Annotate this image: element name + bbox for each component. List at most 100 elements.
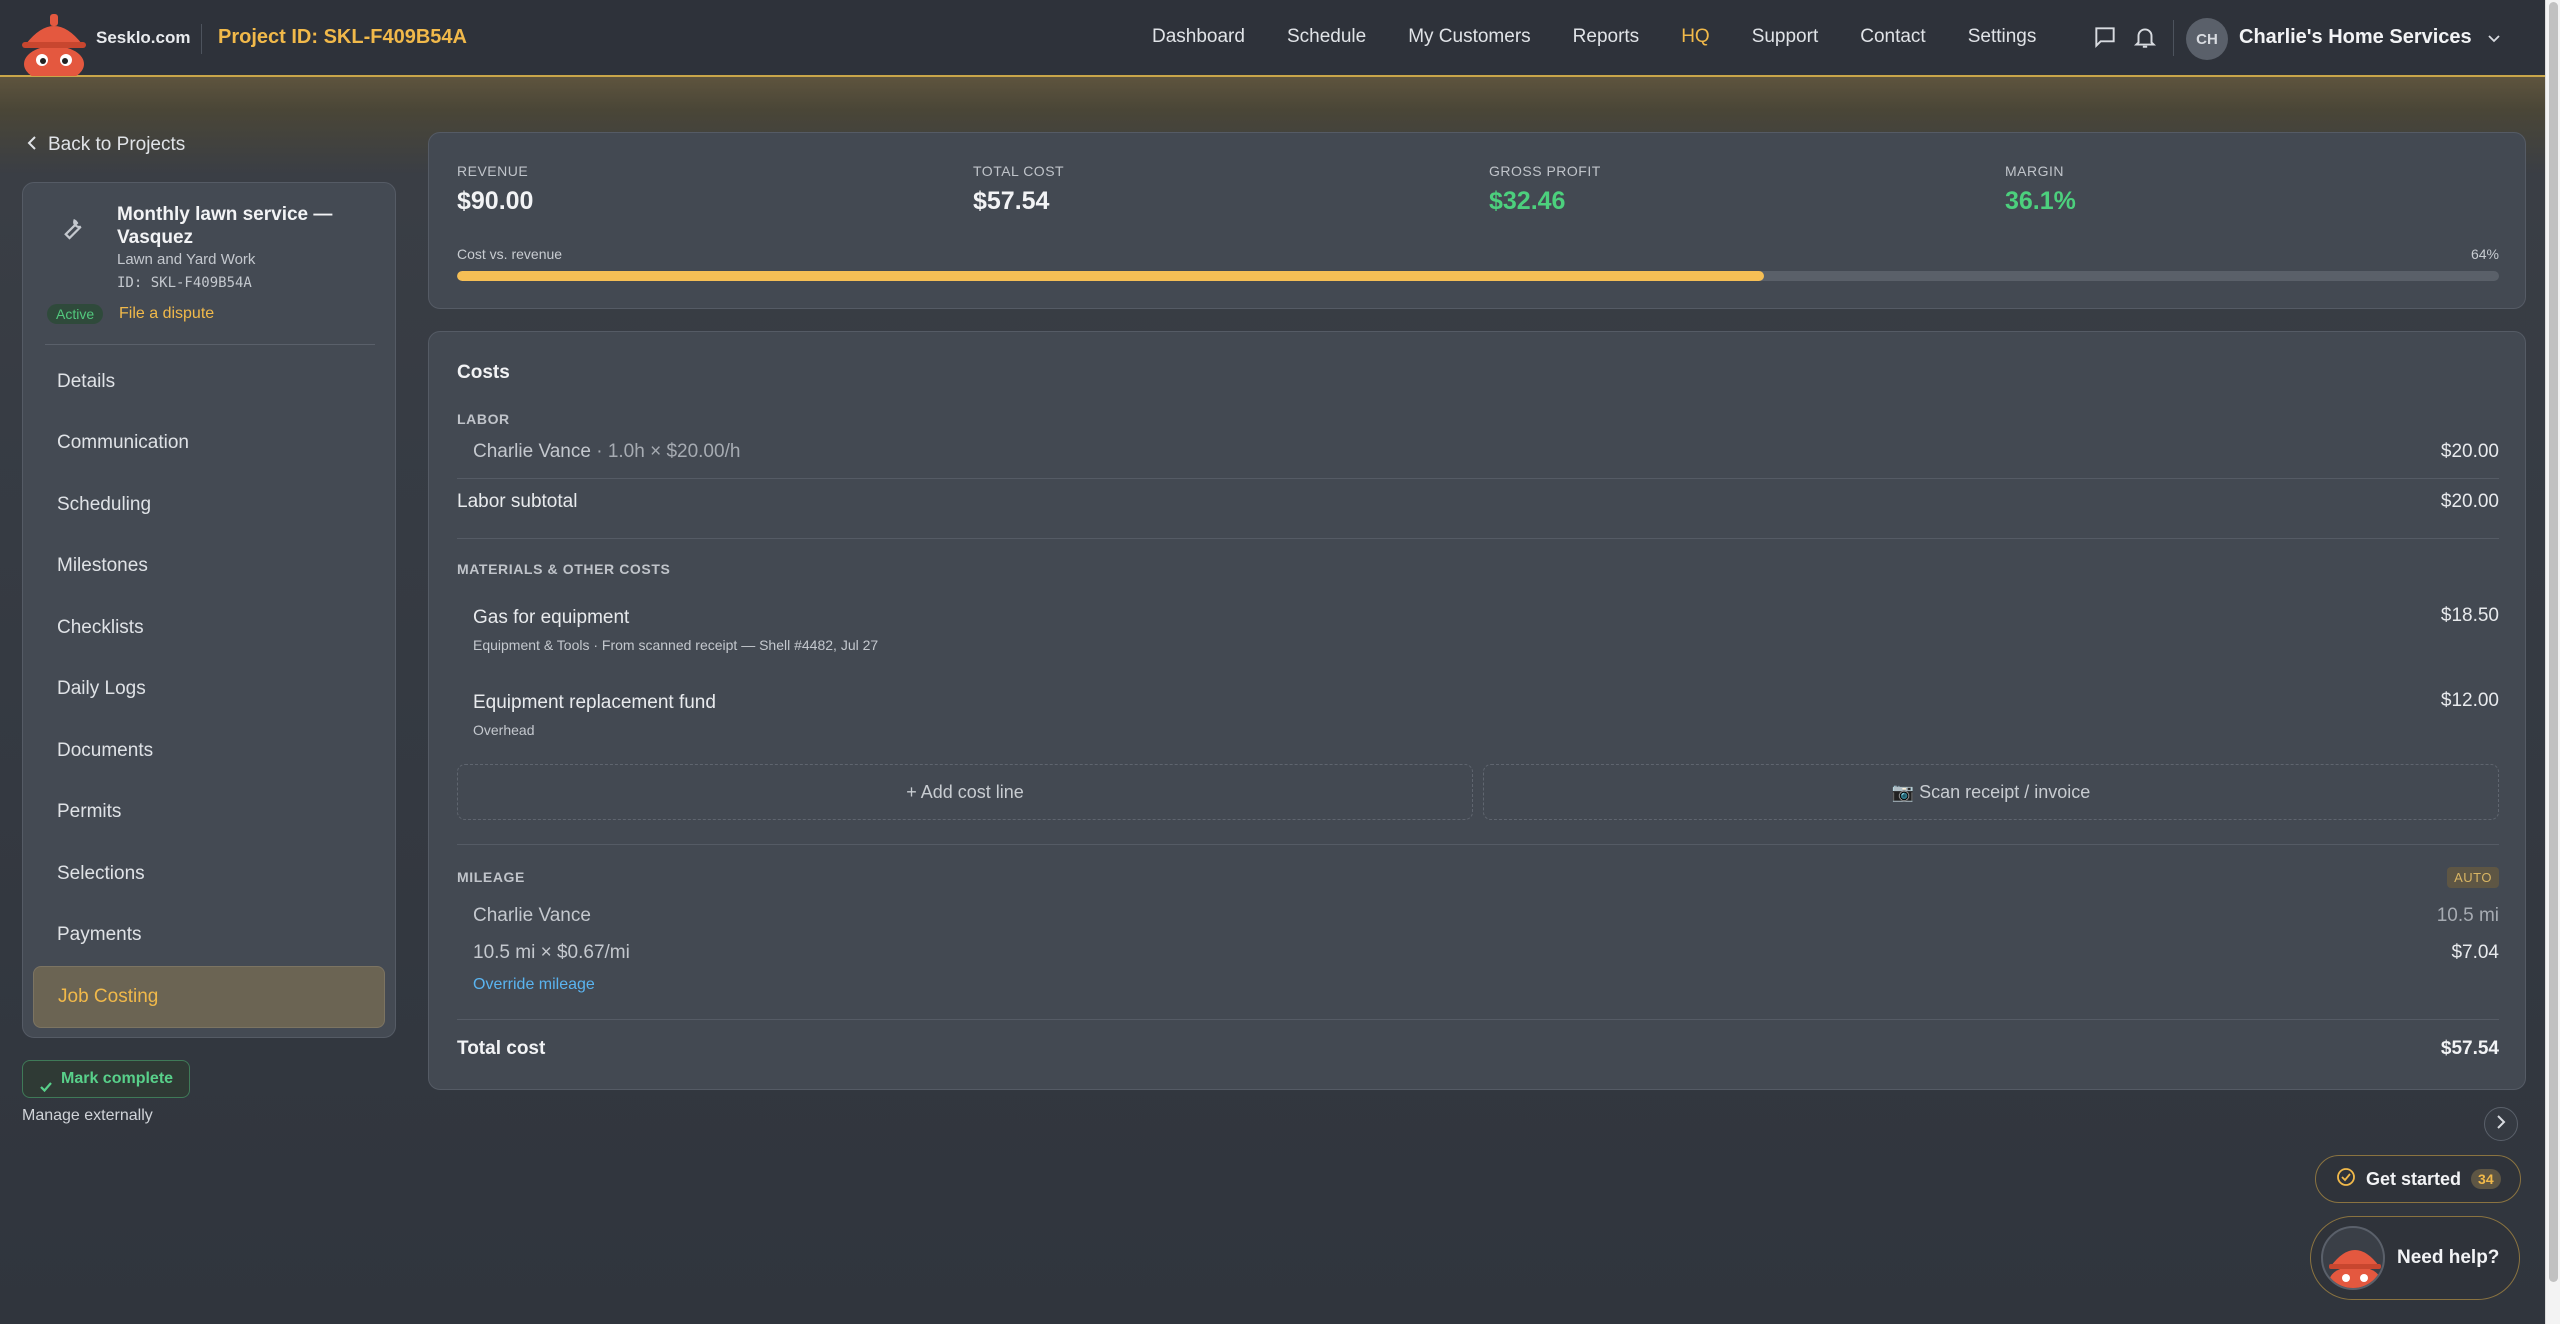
project-id-title: Project ID: SKL-F409B54A <box>218 26 467 48</box>
add-cost-line-button[interactable]: + Add cost line <box>457 764 1473 820</box>
labor-amount: $20.00 <box>2440 441 2499 462</box>
checkmark-icon <box>39 1072 53 1093</box>
material-amount: $12.00 <box>2440 690 2499 711</box>
wrench-icon <box>57 213 87 243</box>
nav-support[interactable]: Support <box>1752 26 1819 48</box>
mileage-section-label: MILEAGE <box>457 869 525 885</box>
divider <box>457 478 2499 479</box>
labor-subtotal-label: Labor subtotal <box>457 491 578 512</box>
materials-section-label: MATERIALS & OTHER COSTS <box>457 561 671 577</box>
project-sidebar: Monthly lawn service — Vasquez Lawn and … <box>22 182 396 1038</box>
need-help-button[interactable]: Need help? <box>2310 1216 2520 1300</box>
project-header: Monthly lawn service — Vasquez Lawn and … <box>23 183 395 345</box>
material-subtext: Overhead <box>473 722 535 738</box>
nav-schedule[interactable]: Schedule <box>1287 26 1366 48</box>
check-circle-icon <box>2336 1167 2356 1192</box>
nav-contact[interactable]: Contact <box>1860 26 1925 48</box>
sidebar-item-job-costing[interactable]: Job Costing <box>33 966 385 1028</box>
company-name[interactable]: Charlie's Home Services <box>2239 26 2472 49</box>
nav-reports[interactable]: Reports <box>1573 26 1640 48</box>
status-badge: Active <box>47 304 104 324</box>
divider <box>45 344 375 345</box>
profit-summary-card: REVENUE $90.00 TOTAL COST $57.54 GROSS P… <box>428 132 2526 309</box>
divider <box>457 538 2499 539</box>
nav-my-customers[interactable]: My Customers <box>1408 26 1530 48</box>
chevron-left-icon <box>26 134 38 156</box>
sidebar-item-communication[interactable]: Communication <box>33 413 385 475</box>
user-avatar[interactable]: CH <box>2186 18 2228 60</box>
mileage-distance: 10.5 mi <box>2436 905 2499 926</box>
nav-hq[interactable]: HQ <box>1681 26 1710 48</box>
total-cost-amount: $57.54 <box>2440 1038 2499 1059</box>
margin-metric: MARGIN 36.1% <box>2005 163 2076 216</box>
expand-panel-button[interactable] <box>2484 1107 2518 1141</box>
override-mileage-link[interactable]: Override mileage <box>473 976 595 994</box>
get-started-button[interactable]: Get started 34 <box>2315 1155 2521 1203</box>
sidebar-item-milestones[interactable]: Milestones <box>33 536 385 598</box>
nav-dashboard[interactable]: Dashboard <box>1152 26 1245 48</box>
sidebar-item-daily-logs[interactable]: Daily Logs <box>33 659 385 721</box>
material-name[interactable]: Equipment replacement fund <box>473 692 716 714</box>
sidebar-item-checklists[interactable]: Checklists <box>33 597 385 659</box>
labor-section-label: LABOR <box>457 411 510 427</box>
labor-worker-name: Charlie Vance <box>473 441 591 462</box>
gross-profit-value: $32.46 <box>1489 187 1566 215</box>
costs-title: Costs <box>457 362 510 383</box>
divider <box>457 844 2499 845</box>
total-cost-label: TOTAL COST <box>973 163 1065 179</box>
sidebar-item-selections[interactable]: Selections <box>33 843 385 905</box>
mark-complete-button[interactable]: Mark complete <box>22 1060 191 1098</box>
brand-name[interactable]: Sesklo.com <box>96 28 191 48</box>
mileage-amount: $7.04 <box>2451 942 2499 963</box>
cost-vs-revenue-bar <box>457 271 2499 281</box>
total-cost-value: $57.54 <box>973 187 1050 215</box>
gross-profit-metric: GROSS PROFIT $32.46 <box>1489 163 1601 216</box>
mileage-calculation: 10.5 mi × $0.67/mi <box>473 942 630 963</box>
material-subtext: Equipment & Tools · From scanned receipt… <box>473 637 879 653</box>
file-dispute-link[interactable]: File a dispute <box>119 305 214 323</box>
page-scrollbar[interactable] <box>2545 0 2560 1324</box>
revenue-label: REVENUE <box>457 163 529 179</box>
cost-vs-revenue-percent: 64% <box>2470 246 2499 262</box>
bell-icon[interactable] <box>2132 24 2158 50</box>
revenue-value: $90.00 <box>457 187 534 215</box>
sidebar-item-payments[interactable]: Payments <box>33 905 385 967</box>
chat-icon[interactable] <box>2092 24 2118 50</box>
cost-vs-revenue-fill <box>457 271 1764 281</box>
margin-label: MARGIN <box>2005 163 2064 179</box>
mascot-icon <box>2321 1226 2385 1290</box>
sidebar-item-scheduling[interactable]: Scheduling <box>33 474 385 536</box>
project-id: ID: SKL-F409B54A <box>117 275 252 291</box>
sidebar-nav: Details Communication Scheduling Milesto… <box>33 351 385 1028</box>
sidebar-item-documents[interactable]: Documents <box>33 720 385 782</box>
project-category: Lawn and Yard Work <box>117 251 256 268</box>
sidebar-item-permits[interactable]: Permits <box>33 782 385 844</box>
chevron-right-icon <box>2495 1114 2507 1134</box>
labor-rate-detail: · 1.0h × $20.00/h <box>590 441 741 462</box>
manage-externally-link[interactable]: Manage externally <box>22 1107 153 1125</box>
back-label: Back to Projects <box>48 134 186 155</box>
auto-badge: AUTO <box>2447 867 2499 888</box>
get-started-count-badge: 34 <box>2471 1169 2501 1189</box>
sidebar-item-details[interactable]: Details <box>33 351 385 413</box>
divider <box>457 1019 2499 1020</box>
scan-receipt-button[interactable]: 📷 Scan receipt / invoice <box>1483 764 2499 820</box>
margin-value: 36.1% <box>2005 187 2076 215</box>
total-cost-metric: TOTAL COST $57.54 <box>973 163 1064 216</box>
chevron-down-icon[interactable] <box>2486 30 2502 46</box>
divider <box>2173 20 2174 56</box>
project-title: Monthly lawn service — Vasquez <box>117 204 333 248</box>
material-name[interactable]: Gas for equipment <box>473 607 629 629</box>
revenue-metric: REVENUE $90.00 <box>457 163 533 216</box>
labor-subtotal-amount: $20.00 <box>2440 491 2499 512</box>
scrollbar-thumb[interactable] <box>2549 2 2558 1282</box>
mileage-driver-name: Charlie Vance <box>473 905 591 926</box>
sesklo-mascot-logo[interactable] <box>20 14 88 82</box>
gross-profit-label: GROSS PROFIT <box>1489 163 1601 179</box>
total-cost-label: Total cost <box>457 1038 546 1059</box>
back-to-projects-link[interactable]: Back to Projects <box>26 134 185 156</box>
nav-settings[interactable]: Settings <box>1968 26 2037 48</box>
material-amount: $18.50 <box>2440 605 2499 626</box>
need-help-label: Need help? <box>2397 1247 2500 1268</box>
costs-card: Costs LABOR Charlie Vance · 1.0h × $20.0… <box>428 331 2526 1090</box>
